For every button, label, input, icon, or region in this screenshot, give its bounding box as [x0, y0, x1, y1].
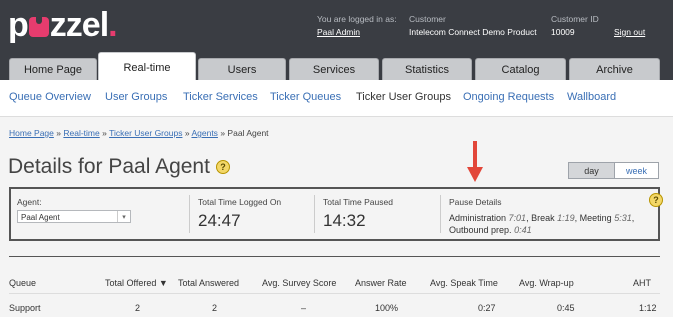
table-row-divider: [9, 293, 660, 294]
column-header-avg-speak-time[interactable]: Avg. Speak Time: [430, 278, 498, 288]
subnav-ticker-queues[interactable]: Ticker Queues: [270, 91, 341, 103]
tab-statistics[interactable]: Statistics: [382, 58, 472, 80]
tab-archive[interactable]: Archive: [569, 58, 660, 80]
tab-real-time[interactable]: Real-time: [98, 52, 196, 81]
breadcrumb-current: Paal Agent: [227, 128, 269, 138]
user-link[interactable]: Paal Admin: [317, 27, 397, 37]
sign-out-link[interactable]: Sign out: [614, 27, 645, 37]
week-toggle-button[interactable]: week: [614, 162, 659, 179]
paused-label: Total Time Paused: [323, 197, 393, 207]
breadcrumb-ticker-user-groups[interactable]: Ticker User Groups: [109, 128, 182, 138]
logged-in-label: You are logged in as:: [317, 14, 397, 24]
column-header-answer-rate[interactable]: Answer Rate: [355, 278, 407, 288]
subnav-ticker-user-groups[interactable]: Ticker User Groups: [356, 91, 451, 103]
column-header-total-offered[interactable]: Total Offered ▼: [105, 278, 168, 288]
subnav-wallboard[interactable]: Wallboard: [567, 91, 616, 103]
pause-details-label: Pause Details: [449, 197, 502, 207]
customer-id: 10009: [551, 27, 575, 37]
column-header-total-answered[interactable]: Total Answered: [178, 278, 239, 288]
sub-navigation: Queue Overview User Groups Ticker Servic…: [0, 80, 673, 117]
help-icon[interactable]: ?: [649, 193, 663, 207]
divider: [440, 195, 441, 233]
pause-details-list: Administration 7:01, Break 1:19, Meeting…: [449, 213, 635, 235]
subnav-queue-overview[interactable]: Queue Overview: [9, 91, 91, 103]
breadcrumb-home[interactable]: Home Page: [9, 128, 54, 138]
logged-on-value: 24:47: [198, 211, 241, 230]
agent-label: Agent:: [17, 197, 42, 207]
agent-summary-panel: Agent: Paal Agent ▾ Total Time Logged On…: [9, 187, 663, 241]
subnav-ongoing-requests[interactable]: Ongoing Requests: [463, 91, 554, 103]
table-divider: [9, 256, 660, 257]
breadcrumb: Home Page » Real-time » Ticker User Grou…: [9, 128, 269, 138]
subnav-user-groups[interactable]: User Groups: [105, 91, 167, 103]
breadcrumb-agents[interactable]: Agents: [191, 128, 217, 138]
puzzel-logo[interactable]: p zzel.: [8, 6, 118, 45]
subnav-ticker-services[interactable]: Ticker Services: [183, 91, 258, 103]
paused-value: 14:32: [323, 211, 366, 230]
page-title: Details for Paal Agent: [8, 155, 210, 178]
top-header: p zzel. You are logged in as: Paal Admin …: [0, 0, 673, 81]
column-header-avg-wrap-up[interactable]: Avg. Wrap-up: [519, 278, 574, 288]
customer-label: Customer: [409, 14, 446, 24]
tab-services[interactable]: Services: [289, 58, 379, 80]
agent-select[interactable]: Paal Agent ▾: [17, 210, 131, 223]
column-header-avg-survey-score[interactable]: Avg. Survey Score: [262, 278, 336, 288]
divider: [314, 195, 315, 233]
column-header-aht[interactable]: AHT: [633, 278, 651, 288]
tab-users[interactable]: Users: [198, 58, 286, 80]
help-icon[interactable]: ?: [215, 160, 230, 174]
column-header-queue[interactable]: Queue: [9, 278, 36, 288]
day-toggle-button[interactable]: day: [568, 162, 615, 179]
logo-heart-icon: [28, 17, 49, 37]
tab-catalog[interactable]: Catalog: [475, 58, 566, 80]
chevron-down-icon: ▾: [117, 211, 130, 222]
divider: [189, 195, 190, 233]
breadcrumb-realtime[interactable]: Real-time: [63, 128, 99, 138]
customer-id-label: Customer ID: [551, 14, 599, 24]
logged-on-label: Total Time Logged On: [198, 197, 282, 207]
main-tabs: Home Page Real-time Users Services Stati…: [0, 52, 673, 81]
customer-name: Intelecom Connect Demo Product: [409, 27, 537, 37]
down-arrow-annotation-icon: [467, 141, 483, 182]
tab-home-page[interactable]: Home Page: [9, 58, 97, 80]
